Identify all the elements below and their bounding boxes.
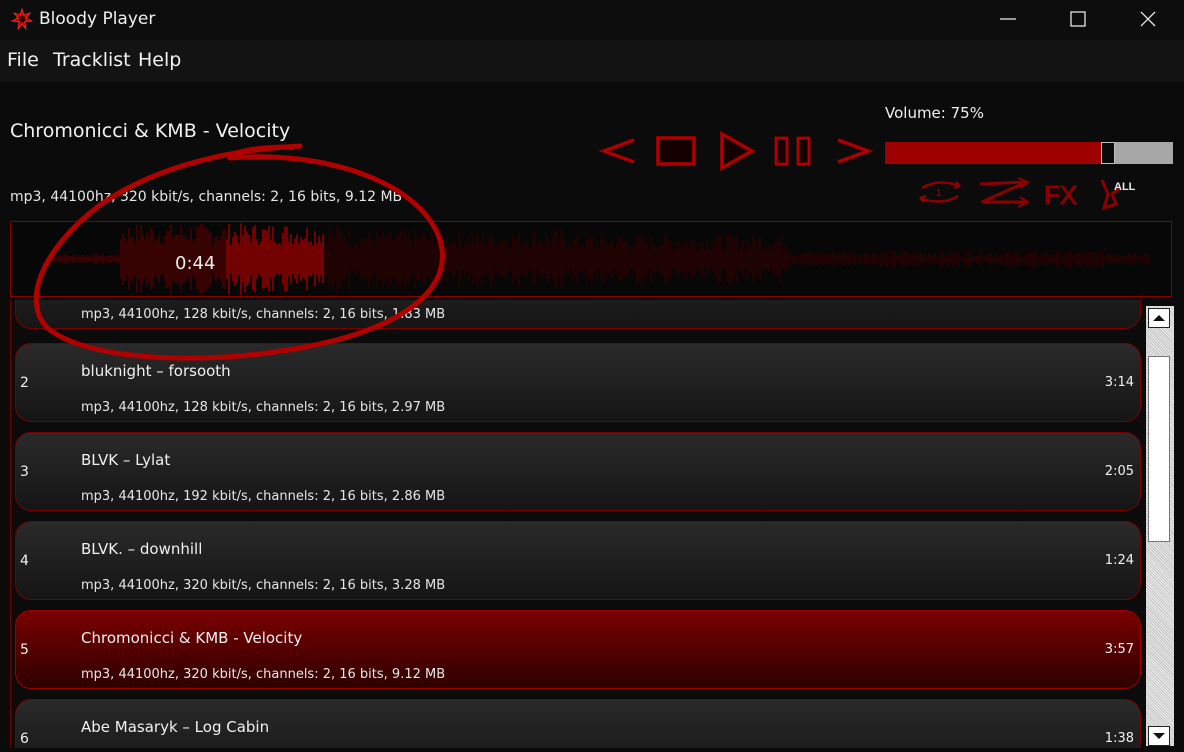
waveform-seekbar[interactable]: 0:44 [10,221,1172,297]
minimize-icon [1000,18,1016,20]
close-button[interactable] [1118,0,1178,40]
scroll-up-button[interactable] [1148,308,1170,328]
track-info: mp3, 44100hz, 192 kbit/s, channels: 2, 1… [81,489,446,504]
volume-slider[interactable] [885,142,1173,164]
track-name: Abe Masaryk – Log Cabin [81,718,270,736]
previous-button[interactable] [598,128,640,174]
track-duration: 1:24 [1104,553,1134,568]
app-logo-icon [11,8,33,30]
window-title: Bloody Player [39,9,156,29]
track-number: 4 [20,553,29,569]
tracklist-scrollbar[interactable] [1146,306,1174,746]
play-button[interactable] [716,128,758,174]
track-duration: 3:14 [1104,375,1134,390]
next-button[interactable] [832,128,874,174]
menu-file[interactable]: File [7,49,39,71]
stop-button[interactable] [654,128,698,174]
menu-help[interactable]: Help [138,49,181,71]
volume-handle[interactable] [1101,142,1115,164]
fx-button[interactable]: FX [1044,180,1078,210]
track-info: mp3, 44100hz, 320 kbit/s, channels: 2, 1… [81,667,446,682]
track-number: 2 [20,375,29,391]
track-info: mp3, 44100hz, 128 kbit/s, channels: 2, 1… [81,307,446,322]
title-bar: Bloody Player [0,0,1184,40]
track-row[interactable]: 2 bluknight – forsooth mp3, 44100hz, 128 k… [15,343,1141,422]
track-duration: 3:57 [1104,642,1134,657]
shuffle-icon[interactable] [979,177,1031,208]
track-duration: 2:05 [1104,464,1134,479]
volume-fill [885,142,1103,164]
track-duration: 1:38 [1104,731,1134,746]
minimize-button[interactable] [978,0,1038,40]
svg-text:ALL: ALL [1114,181,1136,193]
track-row[interactable]: 3 BLVK – Lylat mp3, 44100hz, 192 kbit/s, c… [15,432,1141,511]
repeat-one-icon[interactable]: 1 [919,181,961,203]
track-name: bluknight – forsooth [81,362,231,380]
track-number: 6 [20,731,29,747]
track-row[interactable]: 4 BLVK. – downhill mp3, 44100hz, 320 kbit/… [15,521,1141,600]
tracklist: mp3, 44100hz, 128 kbit/s, channels: 2, 1… [10,300,1145,748]
scroll-thumb[interactable] [1148,356,1170,542]
maximize-icon [1070,11,1086,27]
track-info: mp3, 44100hz, 320 kbit/s, channels: 2, 1… [81,578,446,593]
track-name: BLVK. – downhill [81,540,203,558]
track-number: 5 [20,642,29,658]
track-row[interactable]: 5 Chromonicci & KMB - Velocity mp3, 44100h… [15,610,1141,689]
track-info: mp3, 44100hz, 128 kbit/s, channels: 2, 1… [81,400,446,415]
mode-icons: 1 FX ALL [919,177,1136,210]
track-name: BLVK – Lylat [81,451,171,469]
repeat-all-icon[interactable]: ALL [1100,179,1136,210]
now-playing-title: Chromonicci & KMB - Velocity [10,120,291,142]
arrow-down-icon [1153,733,1165,739]
now-playing-info: mp3, 44100hz, 320 kbit/s, channels: 2, 1… [10,189,403,205]
track-row[interactable]: 6 Abe Masaryk – Log Cabin 1:38 [15,699,1141,748]
svg-text:1: 1 [936,188,942,199]
menu-tracklist[interactable]: Tracklist [53,49,131,71]
close-icon [1140,11,1156,27]
pause-button[interactable] [772,128,818,174]
transport-controls [598,128,874,174]
volume-label: Volume: 75% [885,104,984,122]
track-name: Chromonicci & KMB - Velocity [81,629,303,647]
arrow-up-icon [1153,315,1165,321]
playback-position: 0:44 [175,253,216,274]
maximize-button[interactable] [1048,0,1108,40]
scroll-down-button[interactable] [1148,726,1170,746]
track-number: 3 [20,464,29,480]
track-row[interactable]: mp3, 44100hz, 128 kbit/s, channels: 2, 1… [15,300,1141,329]
